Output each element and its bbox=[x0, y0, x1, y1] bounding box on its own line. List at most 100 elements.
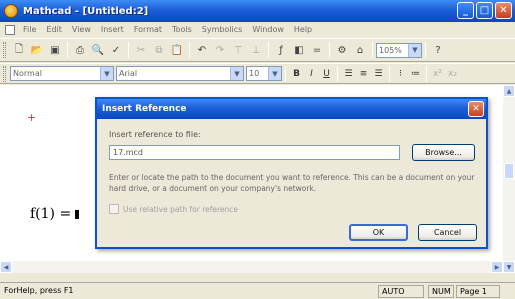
menu-format[interactable]: Format bbox=[129, 25, 167, 34]
help-icon[interactable]: ? bbox=[429, 41, 447, 59]
insert-function-icon[interactable]: ƒ bbox=[272, 41, 290, 59]
cancel-button[interactable]: Cancel bbox=[418, 224, 477, 241]
dialog-description: Enter or locate the path to the document… bbox=[109, 173, 475, 193]
math-expression[interactable]: f(1) = bbox=[30, 206, 80, 222]
print-preview-icon[interactable]: 🔍 bbox=[89, 41, 107, 59]
formatting-toolbar: Normal ▼ Arial ▼ 10 ▼ B I U ☰ ≡ ☰ ⁝ ≔ x²… bbox=[0, 63, 515, 84]
chevron-down-icon[interactable]: ▼ bbox=[100, 67, 113, 80]
status-bar: ForHelp, press F1 AUTO NUM Page 1 bbox=[0, 282, 515, 299]
vertical-scrollbar[interactable]: ▲ ▼ bbox=[503, 85, 515, 273]
italic-icon[interactable]: I bbox=[304, 66, 319, 81]
toolbar-grip[interactable] bbox=[3, 42, 6, 58]
menu-insert[interactable]: Insert bbox=[96, 25, 129, 34]
minimize-button[interactable]: _ bbox=[457, 2, 474, 19]
paste-icon[interactable]: 📋 bbox=[168, 41, 186, 59]
mathcad-app-icon[interactable] bbox=[4, 4, 18, 18]
chevron-down-icon[interactable]: ▼ bbox=[230, 67, 243, 80]
menu-file[interactable]: File bbox=[18, 25, 41, 34]
toolbar-separator bbox=[389, 65, 390, 82]
placeholder[interactable] bbox=[75, 210, 80, 219]
insert-component-icon[interactable]: ⚙ bbox=[333, 41, 351, 59]
resource-center-icon[interactable]: ⌂ bbox=[351, 41, 369, 59]
title-bar: Mathcad - [Untitled:2] _ □ ✕ bbox=[0, 0, 515, 22]
toolbar-separator bbox=[426, 65, 427, 82]
align-left-icon[interactable]: ☰ bbox=[341, 66, 356, 81]
bullet-list-icon[interactable]: ⁝ bbox=[393, 66, 408, 81]
toolbar-separator bbox=[285, 65, 286, 82]
align-top-icon[interactable]: ⊤ bbox=[229, 41, 247, 59]
menu-tools[interactable]: Tools bbox=[167, 25, 197, 34]
toolbar-separator bbox=[329, 42, 330, 58]
toolbar-separator bbox=[67, 42, 68, 58]
align-center-icon[interactable]: ≡ bbox=[356, 66, 371, 81]
file-path-input[interactable]: 17.mcd bbox=[109, 145, 400, 160]
save-icon[interactable]: ▣ bbox=[46, 41, 64, 59]
document-icon[interactable] bbox=[5, 24, 15, 35]
status-page: Page 1 bbox=[456, 285, 500, 298]
window-title: Mathcad - [Untitled:2] bbox=[23, 5, 149, 17]
superscript-icon[interactable]: x² bbox=[430, 66, 445, 81]
chevron-down-icon[interactable]: ▼ bbox=[408, 43, 421, 57]
subscript-icon[interactable]: x₂ bbox=[445, 66, 460, 81]
open-folder-icon[interactable]: 📂 bbox=[28, 41, 46, 59]
calculate-icon[interactable]: = bbox=[308, 41, 326, 59]
toolbar-separator bbox=[425, 42, 426, 58]
chevron-down-icon[interactable]: ▼ bbox=[268, 67, 281, 80]
browse-button[interactable]: Browse... bbox=[412, 144, 475, 161]
redo-icon[interactable]: ↷ bbox=[211, 41, 229, 59]
status-mode: AUTO bbox=[378, 285, 424, 298]
underline-icon[interactable]: U bbox=[319, 66, 334, 81]
horizontal-scrollbar[interactable]: ◀ ▶ bbox=[0, 261, 503, 273]
maximize-button[interactable]: □ bbox=[476, 2, 493, 19]
relative-path-checkbox[interactable] bbox=[109, 204, 119, 214]
standard-toolbar: 🗋 📂 ▣ ⎙ 🔍 ✓ ✂ ⧉ 📋 ↶ ↷ ⊤ ⊥ ƒ ◧ = ⚙ ⌂ 105%… bbox=[0, 38, 515, 62]
print-icon[interactable]: ⎙ bbox=[71, 41, 89, 59]
menu-view[interactable]: View bbox=[67, 25, 96, 34]
relative-path-label: Use relative path for reference bbox=[123, 204, 239, 214]
toolbar-separator bbox=[128, 42, 129, 58]
style-dropdown[interactable]: Normal ▼ bbox=[10, 66, 114, 81]
menu-bar: File Edit View Insert Format Tools Symbo… bbox=[0, 22, 515, 37]
dialog-close-button[interactable]: ✕ bbox=[468, 101, 484, 117]
crosshair-cursor-icon: + bbox=[27, 111, 37, 124]
undo-icon[interactable]: ↶ bbox=[193, 41, 211, 59]
close-button[interactable]: ✕ bbox=[495, 2, 512, 19]
mathcad-window: Mathcad - [Untitled:2] _ □ ✕ File Edit V… bbox=[0, 0, 515, 299]
menu-help[interactable]: Help bbox=[289, 25, 317, 34]
toolbar-separator bbox=[268, 42, 269, 58]
dialog-title: Insert Reference bbox=[97, 99, 486, 119]
menu-symbolics[interactable]: Symbolics bbox=[197, 25, 248, 34]
toolbar-separator bbox=[189, 42, 190, 58]
align-right-icon[interactable]: ☰ bbox=[371, 66, 386, 81]
toolbar-separator bbox=[337, 65, 338, 82]
scroll-left-icon[interactable]: ◀ bbox=[0, 261, 12, 273]
font-size-value: 10 bbox=[249, 69, 260, 78]
relative-path-checkbox-row: Use relative path for reference bbox=[109, 204, 238, 214]
scroll-up-icon[interactable]: ▲ bbox=[503, 85, 515, 97]
font-size-dropdown[interactable]: 10 ▼ bbox=[246, 66, 282, 81]
font-dropdown[interactable]: Arial ▼ bbox=[116, 66, 244, 81]
scroll-down-icon[interactable]: ▼ bbox=[503, 261, 515, 273]
menu-edit[interactable]: Edit bbox=[41, 25, 67, 34]
status-num: NUM bbox=[428, 285, 454, 298]
insert-unit-icon[interactable]: ◧ bbox=[290, 41, 308, 59]
spell-check-icon[interactable]: ✓ bbox=[107, 41, 125, 59]
numbered-list-icon[interactable]: ≔ bbox=[408, 66, 423, 81]
font-value: Arial bbox=[119, 69, 138, 78]
menu-window[interactable]: Window bbox=[247, 25, 289, 34]
zoom-value: 105% bbox=[379, 45, 402, 55]
copy-icon[interactable]: ⧉ bbox=[150, 41, 168, 59]
align-down-icon[interactable]: ⊥ bbox=[247, 41, 265, 59]
ok-button[interactable]: OK bbox=[349, 224, 408, 241]
scroll-thumb[interactable] bbox=[504, 163, 514, 179]
new-document-icon[interactable]: 🗋 bbox=[10, 41, 28, 59]
file-label: Insert reference to file: bbox=[109, 130, 201, 139]
bold-icon[interactable]: B bbox=[289, 66, 304, 81]
zoom-dropdown[interactable]: 105% ▼ bbox=[376, 42, 422, 58]
cut-icon[interactable]: ✂ bbox=[132, 41, 150, 59]
toolbar-grip[interactable] bbox=[3, 65, 6, 82]
status-help-text: ForHelp, press F1 bbox=[4, 286, 74, 295]
window-controls: _ □ ✕ bbox=[457, 2, 512, 19]
scroll-right-icon[interactable]: ▶ bbox=[491, 261, 503, 273]
toolbar-separator bbox=[372, 42, 373, 58]
